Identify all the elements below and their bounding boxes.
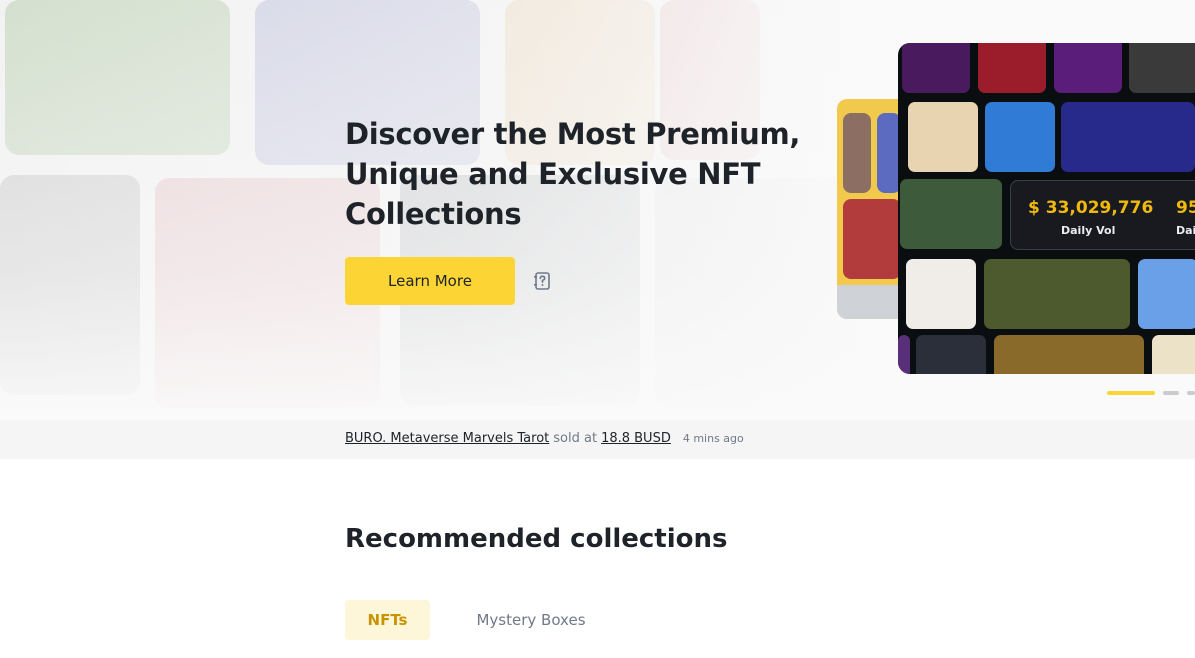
sale-timestamp: 4 mins ago	[682, 432, 744, 445]
nft-thumbnail	[902, 43, 970, 93]
recent-sale-entry: BURO. Metaverse Marvels Tarot sold at 18…	[345, 431, 744, 446]
nft-thumbnail	[1138, 259, 1195, 329]
tab-mystery-boxes[interactable]: Mystery Boxes	[466, 600, 596, 640]
nft-thumbnail	[843, 199, 901, 279]
nft-thumbnail	[843, 113, 871, 193]
nft-thumbnail	[1054, 43, 1122, 93]
nft-thumbnail	[985, 102, 1055, 172]
daily-stat-label: Dail	[1176, 224, 1195, 237]
carousel-dot-active[interactable]	[1107, 391, 1155, 395]
nft-thumbnail	[1129, 43, 1195, 93]
nft-thumbnail	[906, 259, 976, 329]
tab-nfts[interactable]: NFTs	[345, 600, 430, 640]
carousel-dot[interactable]	[1187, 391, 1195, 395]
nft-thumbnail	[900, 179, 1002, 249]
nft-thumbnail	[994, 335, 1144, 374]
daily-stats-box: $ 33,029,776 Daily Vol 95 Dail	[1010, 180, 1195, 250]
sold-price-link[interactable]: 18.8 BUSD	[601, 431, 671, 446]
sold-at-text: sold at	[553, 431, 598, 446]
nft-thumbnail	[916, 335, 986, 374]
daily-volume-value: $ 33,029,776	[1028, 198, 1154, 218]
nft-thumbnail	[984, 259, 1130, 329]
recommended-collections-title: Recommended collections	[345, 524, 728, 554]
daily-stat-value: 95	[1176, 198, 1195, 218]
daily-volume-label: Daily Vol	[1061, 224, 1116, 237]
help-book-icon[interactable]	[534, 272, 551, 290]
nft-thumbnail	[908, 102, 978, 172]
nft-thumbnail	[978, 43, 1046, 93]
hero-headline: Discover the Most Premium, Unique and Ex…	[345, 117, 801, 231]
sold-item-link[interactable]: BURO. Metaverse Marvels Tarot	[345, 431, 549, 446]
nft-thumbnail	[1061, 102, 1195, 172]
learn-more-button[interactable]: Learn More	[345, 257, 515, 305]
nft-thumbnail	[1152, 335, 1195, 374]
nft-thumbnail	[898, 335, 910, 374]
carousel-dot[interactable]	[1163, 391, 1179, 395]
